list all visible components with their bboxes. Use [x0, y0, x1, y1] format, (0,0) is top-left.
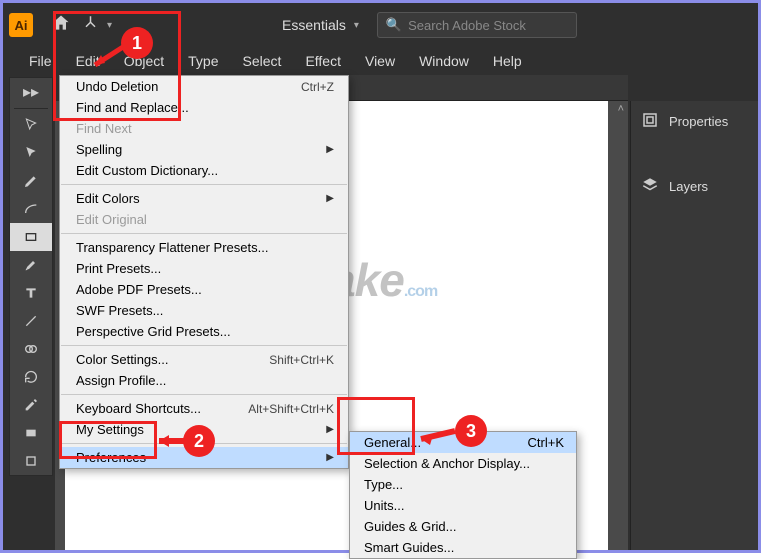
title-bar: Ai ▾ Essentials ▾ 🔍 Search Adobe Stock [3, 3, 758, 47]
submenu-item-units[interactable]: Units... [350, 495, 576, 516]
callout-1: 1 [121, 27, 153, 59]
submenu-item-type[interactable]: Type... [350, 474, 576, 495]
panel-label: Layers [669, 179, 708, 194]
callout-2: 2 [183, 425, 215, 457]
cloud-doc-icon[interactable] [83, 14, 101, 37]
menu-help[interactable]: Help [481, 49, 534, 73]
panel-layers[interactable]: Layers [631, 166, 758, 207]
line-tool[interactable] [10, 307, 52, 335]
rectangle-tool[interactable] [10, 223, 52, 251]
menu-item-edit-original: Edit Original [60, 209, 348, 230]
menu-select[interactable]: Select [231, 49, 294, 73]
rotate-tool[interactable] [10, 363, 52, 391]
menu-item-color-settings[interactable]: Color Settings...Shift+Ctrl+K [60, 349, 348, 370]
toolbar-toggle-icon[interactable]: ▸▸ [10, 78, 52, 106]
search-stock-input[interactable]: 🔍 Search Adobe Stock [377, 12, 577, 38]
curvature-tool[interactable] [10, 195, 52, 223]
menu-view[interactable]: View [353, 49, 407, 73]
menu-item-custom-dictionary[interactable]: Edit Custom Dictionary... [60, 160, 348, 181]
menu-item-find-replace[interactable]: Find and Replace... [60, 97, 348, 118]
callout-arrow-3 [413, 423, 459, 447]
search-placeholder: Search Adobe Stock [408, 18, 526, 33]
panel-properties[interactable]: Properties [631, 101, 758, 142]
direct-selection-tool[interactable] [10, 139, 52, 167]
panel-label: Properties [669, 114, 728, 129]
submenu-item-guides-grid[interactable]: Guides & Grid... [350, 516, 576, 537]
menu-window[interactable]: Window [407, 49, 481, 73]
preferences-submenu: General...Ctrl+K Selection & Anchor Disp… [349, 431, 577, 559]
scroll-up-icon[interactable]: ˄ [618, 103, 624, 115]
menu-item-print-presets[interactable]: Print Presets... [60, 258, 348, 279]
menu-item-keyboard-shortcuts[interactable]: Keyboard Shortcuts...Alt+Shift+Ctrl+K [60, 398, 348, 419]
chevron-down-icon[interactable]: ▾ [354, 20, 359, 31]
pen-tool[interactable] [10, 167, 52, 195]
paintbrush-tool[interactable] [10, 251, 52, 279]
type-tool[interactable] [10, 279, 52, 307]
menu-item-pdf-presets[interactable]: Adobe PDF Presets... [60, 279, 348, 300]
menu-item-find-next: Find Next [60, 118, 348, 139]
app-logo: Ai [9, 13, 33, 37]
gradient-tool[interactable] [10, 419, 52, 447]
shape-builder-tool[interactable] [10, 335, 52, 363]
right-panel-dock: Properties Layers [630, 101, 758, 550]
selection-tool[interactable] [10, 111, 52, 139]
menu-item-swf-presets[interactable]: SWF Presets... [60, 300, 348, 321]
menu-item-perspective-presets[interactable]: Perspective Grid Presets... [60, 321, 348, 342]
eyedropper-tool[interactable] [10, 391, 52, 419]
search-icon: 🔍 [386, 17, 402, 33]
menu-type[interactable]: Type [176, 49, 230, 73]
tools-panel: ▸▸ [9, 77, 53, 476]
menu-item-assign-profile[interactable]: Assign Profile... [60, 370, 348, 391]
menu-item-undo[interactable]: Undo DeletionCtrl+Z [60, 76, 348, 97]
menu-item-spelling[interactable]: Spelling▶ [60, 139, 348, 160]
submenu-item-selection-anchor[interactable]: Selection & Anchor Display... [350, 453, 576, 474]
menu-item-edit-colors[interactable]: Edit Colors▶ [60, 188, 348, 209]
workspace-switcher[interactable]: Essentials [282, 17, 346, 33]
callout-3: 3 [455, 415, 487, 447]
chevron-down-icon[interactable]: ▾ [107, 20, 112, 31]
menu-effect[interactable]: Effect [293, 49, 353, 73]
artboard-tool[interactable] [10, 447, 52, 475]
home-icon[interactable] [51, 13, 71, 38]
menu-file[interactable]: File [17, 49, 64, 73]
menu-item-transparency-presets[interactable]: Transparency Flattener Presets... [60, 237, 348, 258]
layers-icon [641, 176, 661, 197]
edit-menu-dropdown: Undo DeletionCtrl+Z Find and Replace... … [59, 75, 349, 469]
properties-icon [641, 111, 661, 132]
submenu-item-smart-guides[interactable]: Smart Guides... [350, 537, 576, 558]
